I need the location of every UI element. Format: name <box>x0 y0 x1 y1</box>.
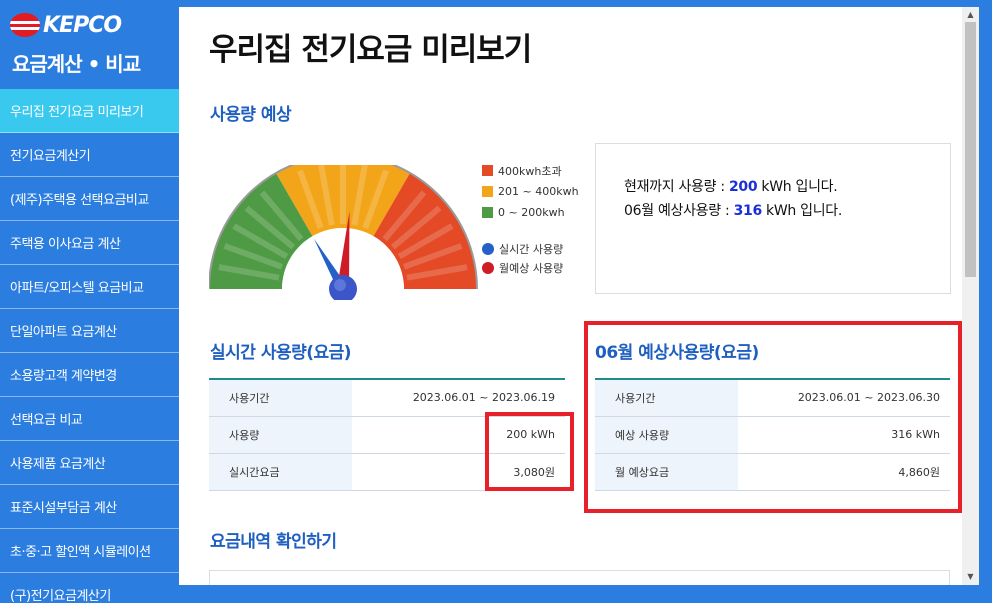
table-row: 사용기간 2023.06.01 ~ 2023.06.19 <box>209 379 565 417</box>
vertical-scrollbar[interactable]: ▲ ▼ <box>962 7 979 585</box>
highlight-box <box>584 321 962 513</box>
table-value: 2023.06.01 ~ 2023.06.19 <box>352 379 565 417</box>
sidebar-item-product-calc[interactable]: 사용제품 요금계산 <box>0 441 179 485</box>
gauge-legend: 400kwh초과 201 ~ 400kwh 0 ~ 200kwh 실시간 사용량… <box>482 160 579 277</box>
table-key: 실시간요금 <box>209 453 352 491</box>
sidebar-item-option-compare[interactable]: 선택요금 비교 <box>0 397 179 441</box>
legend-dot-realtime <box>482 242 494 255</box>
bill-detail-box <box>209 570 950 585</box>
legend-item: 0 ~ 200kwh <box>482 202 579 223</box>
sidebar-item-jeju-compare[interactable]: (제주)주택용 선택요금비교 <box>0 177 179 221</box>
legend-label: 0 ~ 200kwh <box>498 206 565 219</box>
sidebar: KEPCO 요금계산 • 비교 우리집 전기요금 미리보기 전기요금계산기 (제… <box>0 0 179 603</box>
legend-label: 월예상 사용량 <box>499 261 564 275</box>
kepco-logo[interactable]: KEPCO <box>10 12 122 38</box>
sidebar-menu: 우리집 전기요금 미리보기 전기요금계산기 (제주)주택용 선택요금비교 주택용… <box>0 89 179 603</box>
current-usage-text: 현재까지 사용량 : 200 kWh 입니다. <box>624 179 838 195</box>
legend-swatch-high <box>482 165 493 176</box>
legend-label: 400kwh초과 <box>498 164 562 178</box>
page-title: 우리집 전기요금 미리보기 <box>209 32 532 68</box>
forecast-usage-value: 316 <box>733 203 763 219</box>
legend-label: 201 ~ 400kwh <box>498 185 579 198</box>
forecast-usage-text: 06월 예상사용량 : 316 kWh 입니다. <box>624 203 843 219</box>
content-panel: 우리집 전기요금 미리보기 사용량 예상 400kwh초과 201 ~ 400k… <box>179 7 962 585</box>
legend-dot-forecast <box>482 261 494 274</box>
sidebar-item-bill-preview[interactable]: 우리집 전기요금 미리보기 <box>0 89 179 133</box>
sidebar-item-moving-calc[interactable]: 주택용 이사요금 계산 <box>0 221 179 265</box>
legend-item: 월예상 사용량 <box>482 258 579 277</box>
realtime-usage-title: 실시간 사용량(요금) <box>210 343 352 363</box>
logo-text: KEPCO <box>43 12 122 38</box>
legend-item: 201 ~ 400kwh <box>482 181 579 202</box>
legend-item: 400kwh초과 <box>482 160 579 181</box>
sidebar-item-contract-change[interactable]: 소용량고객 계약변경 <box>0 353 179 397</box>
sidebar-item-old-calculator[interactable]: (구)전기요금계산기 <box>0 573 179 603</box>
legend-swatch-mid <box>482 186 493 197</box>
table-key: 사용량 <box>209 416 352 454</box>
scroll-down-icon[interactable]: ▼ <box>962 569 979 585</box>
sidebar-item-bill-calculator[interactable]: 전기요금계산기 <box>0 133 179 177</box>
sidebar-item-single-apartment[interactable]: 단일아파트 요금계산 <box>0 309 179 353</box>
app-title: 요금계산 • 비교 <box>12 52 141 76</box>
usage-gauge <box>209 165 478 300</box>
scroll-thumb[interactable] <box>965 22 976 277</box>
usage-summary-box: 현재까지 사용량 : 200 kWh 입니다. 06월 예상사용량 : 316 … <box>595 143 951 294</box>
sidebar-item-school-discount[interactable]: 초·중·고 할인액 시뮬레이션 <box>0 529 179 573</box>
sidebar-item-facility-charge[interactable]: 표준시설부담금 계산 <box>0 485 179 529</box>
legend-swatch-low <box>482 207 493 218</box>
kepco-logo-icon <box>10 13 40 37</box>
legend-label: 실시간 사용량 <box>499 242 564 256</box>
legend-item: 실시간 사용량 <box>482 239 579 258</box>
table-key: 사용기간 <box>209 379 352 417</box>
usage-forecast-title: 사용량 예상 <box>210 105 292 125</box>
scroll-up-icon[interactable]: ▲ <box>962 7 979 23</box>
bill-detail-title: 요금내역 확인하기 <box>210 532 337 552</box>
sidebar-item-apartment-compare[interactable]: 아파트/오피스텔 요금비교 <box>0 265 179 309</box>
current-usage-value: 200 <box>728 179 758 195</box>
highlight-box <box>485 412 574 491</box>
